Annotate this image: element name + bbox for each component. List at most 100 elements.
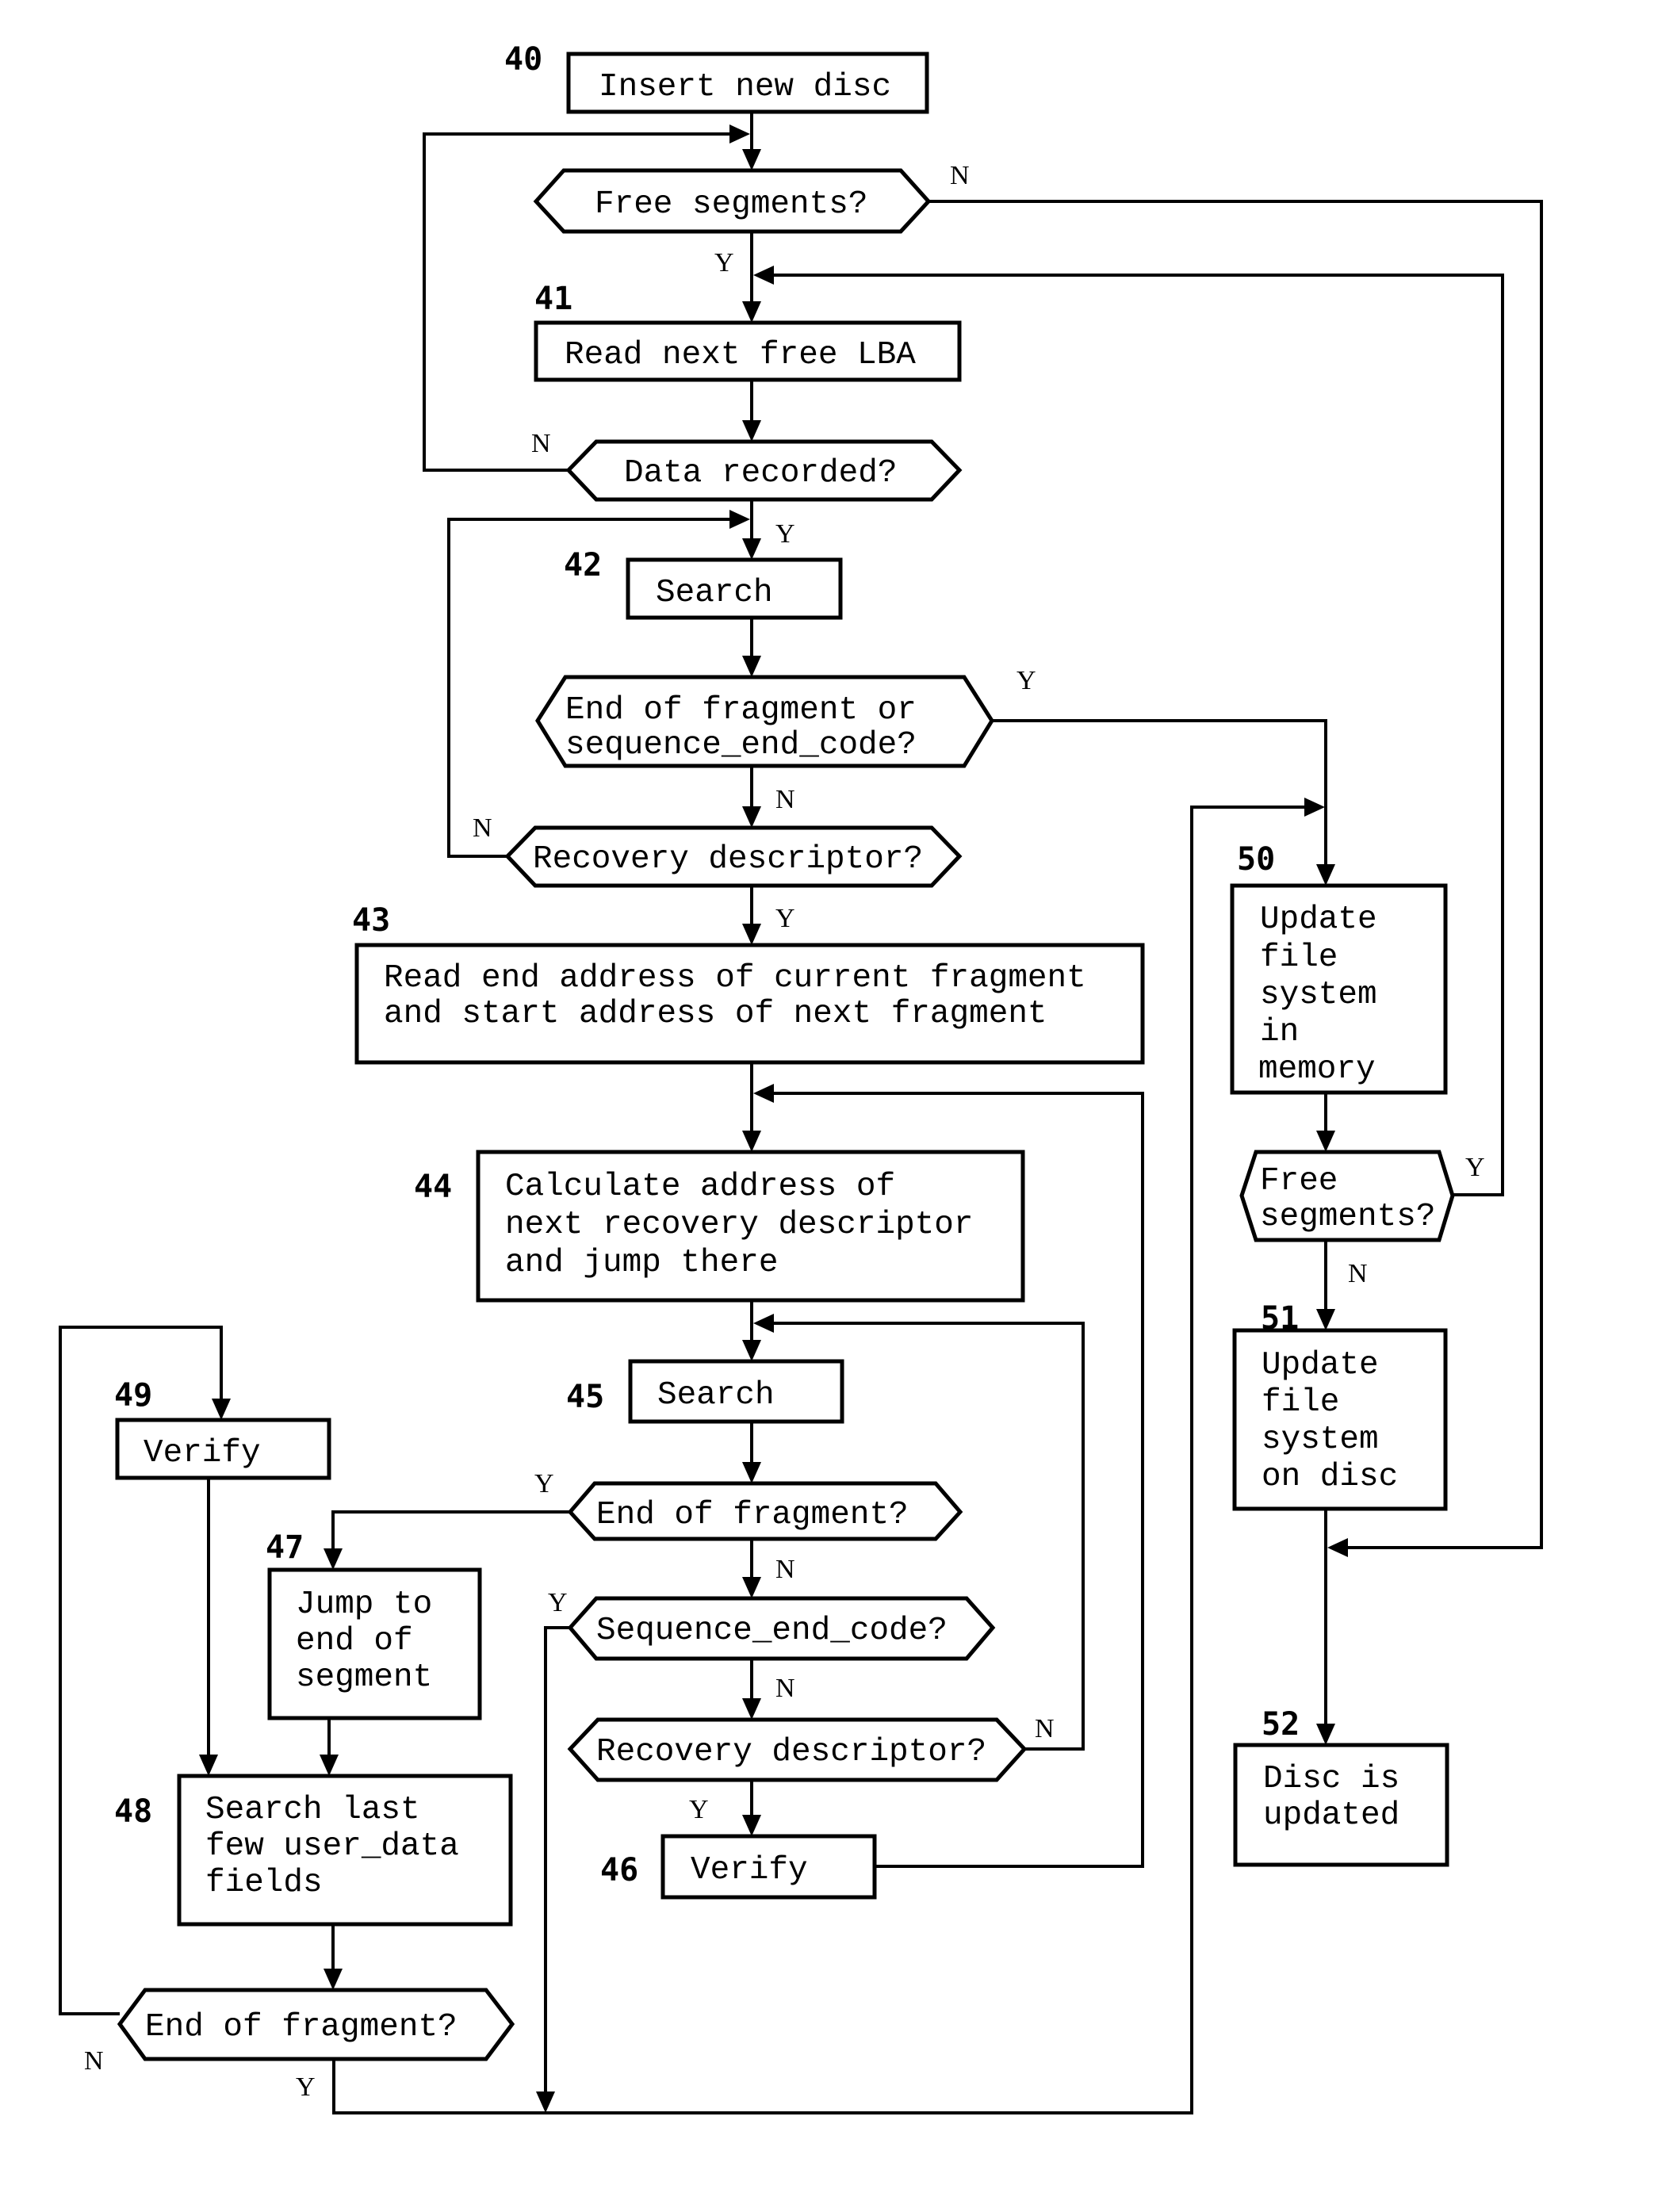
step-41-read-next-free-lba: 41 Read next free LBA <box>534 281 962 382</box>
arrowhead-down-icon <box>1316 864 1335 886</box>
step-number: 41 <box>534 281 572 317</box>
connector-sequence-end-code-yes <box>544 1626 570 2093</box>
arrowhead-down-icon <box>742 924 761 945</box>
step-text: Insert new disc <box>599 69 891 105</box>
label-no: N <box>531 429 551 458</box>
decision-recovery-descriptor: Recovery descriptor? <box>504 825 963 888</box>
label-no: N <box>473 813 492 843</box>
step-text: Verify <box>691 1852 808 1889</box>
arrowhead-right-icon <box>729 124 750 144</box>
step-number: 40 <box>504 41 542 78</box>
arrowhead-down-icon <box>742 1698 761 1720</box>
decision-text: Free segments? <box>595 186 867 223</box>
decision-end-of-fragment-or-sequence-end-code: End of fragment or sequence_end_code? <box>535 675 994 768</box>
step-text: segment <box>296 1659 432 1696</box>
decision-text: Recovery descriptor? <box>596 1734 986 1770</box>
step-text: end of <box>296 1623 413 1659</box>
arrowhead-down-icon <box>742 301 761 323</box>
decision-text: End of fragment? <box>596 1497 909 1533</box>
step-text: Update <box>1262 1347 1379 1383</box>
decision-end-of-fragment: End of fragment? <box>567 1481 963 1541</box>
label-no: N <box>1035 1714 1055 1743</box>
label-no: N <box>775 1674 795 1703</box>
step-text: and start address of next fragment <box>384 996 1047 1032</box>
arrowhead-left-icon <box>753 266 774 285</box>
arrowhead-down-icon <box>742 149 761 170</box>
decision-text: Recovery descriptor? <box>533 841 923 878</box>
decision-text: Free <box>1260 1163 1338 1200</box>
arrowhead-down-icon <box>742 1462 761 1483</box>
arrowhead-down-icon <box>212 1399 231 1420</box>
step-number: 46 <box>600 1852 638 1889</box>
arrowhead-down-icon <box>742 1340 761 1361</box>
arrowhead-down-icon <box>742 1815 761 1836</box>
connector-end-of-fragment-or-sequence-yes <box>992 719 1327 866</box>
arrowhead-down-icon <box>742 806 761 828</box>
step-51-update-file-system-on-disc: 51 Update file system on disc <box>1232 1300 1448 1511</box>
arrowhead-left-icon <box>753 1084 774 1103</box>
decision-recovery-descriptor-2: Recovery descriptor? <box>567 1717 1028 1782</box>
arrowhead-down-icon <box>1316 1131 1335 1152</box>
label-no: N <box>775 1555 795 1584</box>
step-47-jump-to-end-of-segment: 47 Jump to end of segment <box>266 1529 482 1720</box>
step-number: 47 <box>266 1529 304 1566</box>
decision-data-recorded: Data recorded? <box>565 439 963 502</box>
step-text: system <box>1260 977 1377 1013</box>
step-number: 44 <box>414 1169 452 1205</box>
label-no: N <box>775 785 795 814</box>
label-no: N <box>84 2046 104 2076</box>
connector-end-of-fragment-yes <box>331 1510 570 1550</box>
arrowhead-right-icon <box>1304 798 1325 817</box>
arrowhead-down-icon <box>742 656 761 677</box>
step-text: fields <box>205 1865 323 1901</box>
decision-text: Data recorded? <box>624 455 897 492</box>
step-number: 43 <box>352 902 390 939</box>
step-text: updated <box>1263 1797 1399 1834</box>
step-number: 42 <box>564 547 602 584</box>
arrowhead-down-icon <box>742 1577 761 1598</box>
arrowhead-down-icon <box>1316 1724 1335 1745</box>
arrowhead-down-icon <box>324 1548 343 1570</box>
step-52-disc-is-updated: 52 Disc is updated <box>1233 1706 1449 1867</box>
arrowhead-down-icon <box>199 1755 218 1776</box>
label-yes: Y <box>1017 666 1036 695</box>
step-text: Read end address of current fragment <box>384 960 1086 997</box>
arrowhead-down-icon <box>536 2091 555 2113</box>
step-number: 50 <box>1237 841 1275 878</box>
step-text: Search last <box>205 1792 420 1828</box>
arrowhead-down-icon <box>320 1755 339 1776</box>
label-yes: Y <box>689 1795 709 1824</box>
flowchart: N Y N Y Y N N Y Y N Y N Y N N Y N Y 40 I… <box>59 41 1543 2114</box>
arrowhead-down-icon <box>742 538 761 560</box>
label-no: N <box>950 161 970 190</box>
step-44-calculate-address: 44 Calculate address of next recovery de… <box>414 1150 1025 1303</box>
step-text: Read next free LBA <box>565 337 916 373</box>
decision-free-segments-2: Free segments? <box>1239 1150 1455 1242</box>
step-number: 49 <box>114 1377 152 1414</box>
step-40-insert-new-disc: 40 Insert new disc <box>504 41 929 114</box>
step-text: next recovery descriptor <box>505 1207 974 1243</box>
step-text: on disc <box>1262 1459 1398 1495</box>
decision-sequence-end-code: Sequence_end_code? <box>567 1596 996 1661</box>
label-yes: Y <box>548 1588 568 1617</box>
decision-free-segments: Free segments? <box>533 168 932 234</box>
step-text: Search <box>657 1377 775 1414</box>
step-text: Update <box>1260 901 1377 938</box>
arrowhead-down-icon <box>1316 1309 1335 1330</box>
step-text: Calculate address of <box>505 1169 895 1205</box>
label-yes: Y <box>775 904 795 933</box>
arrowhead-down-icon <box>742 420 761 442</box>
decision-text: End of fragment? <box>145 2009 458 2046</box>
label-yes: Y <box>775 519 795 549</box>
step-text: file <box>1260 940 1338 976</box>
step-text: memory <box>1258 1051 1376 1088</box>
arrowhead-right-icon <box>729 510 750 529</box>
step-number: 48 <box>114 1793 152 1830</box>
step-number: 45 <box>566 1379 604 1415</box>
step-45-search: 45 Search <box>566 1359 844 1424</box>
label-yes: Y <box>534 1469 554 1498</box>
arrowhead-left-icon <box>1327 1538 1348 1557</box>
label-yes: Y <box>1465 1153 1485 1182</box>
step-text: Verify <box>144 1435 261 1471</box>
step-text: Jump to <box>296 1586 432 1623</box>
